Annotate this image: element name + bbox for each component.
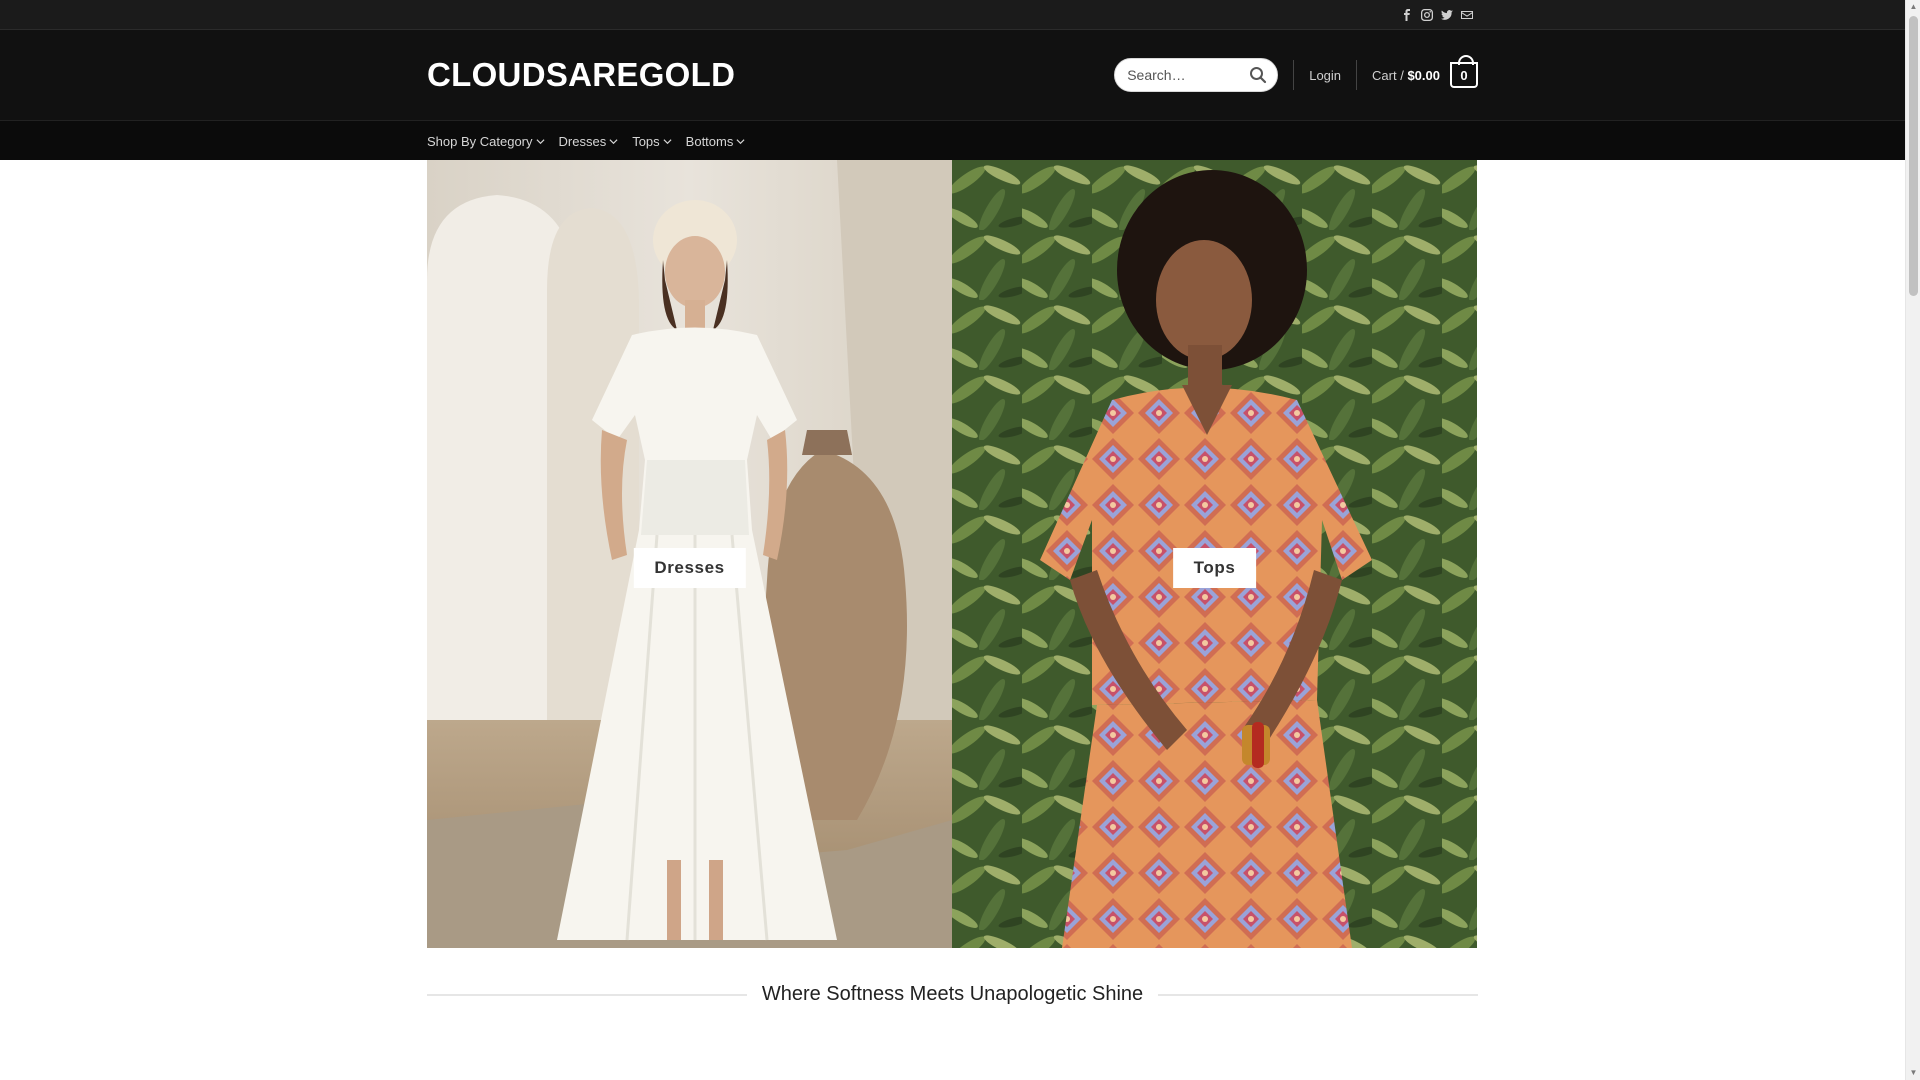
title-divider xyxy=(427,993,747,996)
login-link[interactable]: Login xyxy=(1309,68,1341,83)
section-heading: Where Softness Meets Unapologetic Shine xyxy=(761,983,1144,1005)
nav-item-label: Tops xyxy=(632,133,660,149)
nav-item-label: Bottoms xyxy=(685,133,734,149)
top-bar xyxy=(0,0,1905,30)
nav-item-dresses[interactable]: Dresses xyxy=(559,134,619,149)
site-logo[interactable]: CLOUDSAREGOLD xyxy=(427,56,735,94)
instagram-icon[interactable] xyxy=(1420,8,1434,22)
search-form xyxy=(1114,58,1279,92)
scroll-down-icon[interactable]: ▼ xyxy=(1906,1066,1920,1080)
nav-item-label: Shop By Category xyxy=(427,133,533,149)
page: CLOUDSAREGOLD Login Cart / $0.00 0 xyxy=(0,0,1905,1080)
site-header: CLOUDSAREGOLD Login Cart / $0.00 0 xyxy=(0,30,1905,120)
email-icon[interactable] xyxy=(1460,8,1474,22)
nav-item-label: Dresses xyxy=(558,133,607,149)
chevron-down-icon xyxy=(536,138,545,144)
scrollbar-thumb[interactable] xyxy=(1909,16,1918,296)
section-title: Where Softness Meets Unapologetic Shine xyxy=(427,983,1479,1006)
header-actions: Login Cart / $0.00 0 xyxy=(1114,30,1478,120)
scroll-up-icon[interactable]: ▲ xyxy=(1906,0,1920,14)
facebook-icon[interactable] xyxy=(1400,8,1414,22)
cart-count-icon[interactable]: 0 xyxy=(1450,55,1478,88)
main-nav: Shop By Category Dresses Tops Bottoms xyxy=(0,120,1905,160)
hero-banner: Dresses Tops xyxy=(427,160,1478,948)
dresses-button[interactable]: Dresses xyxy=(633,548,746,588)
chevron-down-icon xyxy=(609,138,618,144)
search-input[interactable] xyxy=(1115,67,1246,83)
page-scrollbar[interactable]: ▲ ▼ xyxy=(1905,0,1920,1080)
nav-item-tops[interactable]: Tops xyxy=(632,133,672,149)
header-divider xyxy=(1356,60,1358,90)
nav-item-bottoms[interactable]: Bottoms xyxy=(686,134,746,149)
chevron-down-icon xyxy=(736,138,745,144)
nav-item-shop-by-category[interactable]: Shop By Category xyxy=(427,134,545,149)
tops-button[interactable]: Tops xyxy=(1172,548,1257,588)
chevron-down-icon xyxy=(663,138,672,144)
cart-prefix: Cart / xyxy=(1372,67,1404,83)
cart-link[interactable]: Cart / $0.00 0 xyxy=(1372,55,1478,88)
header-divider xyxy=(1293,60,1295,90)
cart-label: Cart / $0.00 xyxy=(1372,68,1440,83)
twitter-icon[interactable] xyxy=(1440,8,1454,22)
category-panel-tops[interactable]: Tops xyxy=(952,160,1477,948)
search-icon[interactable] xyxy=(1249,66,1267,84)
category-panel-dresses[interactable]: Dresses xyxy=(427,160,952,948)
cart-total: $0.00 xyxy=(1407,67,1440,83)
title-divider xyxy=(1158,993,1479,996)
